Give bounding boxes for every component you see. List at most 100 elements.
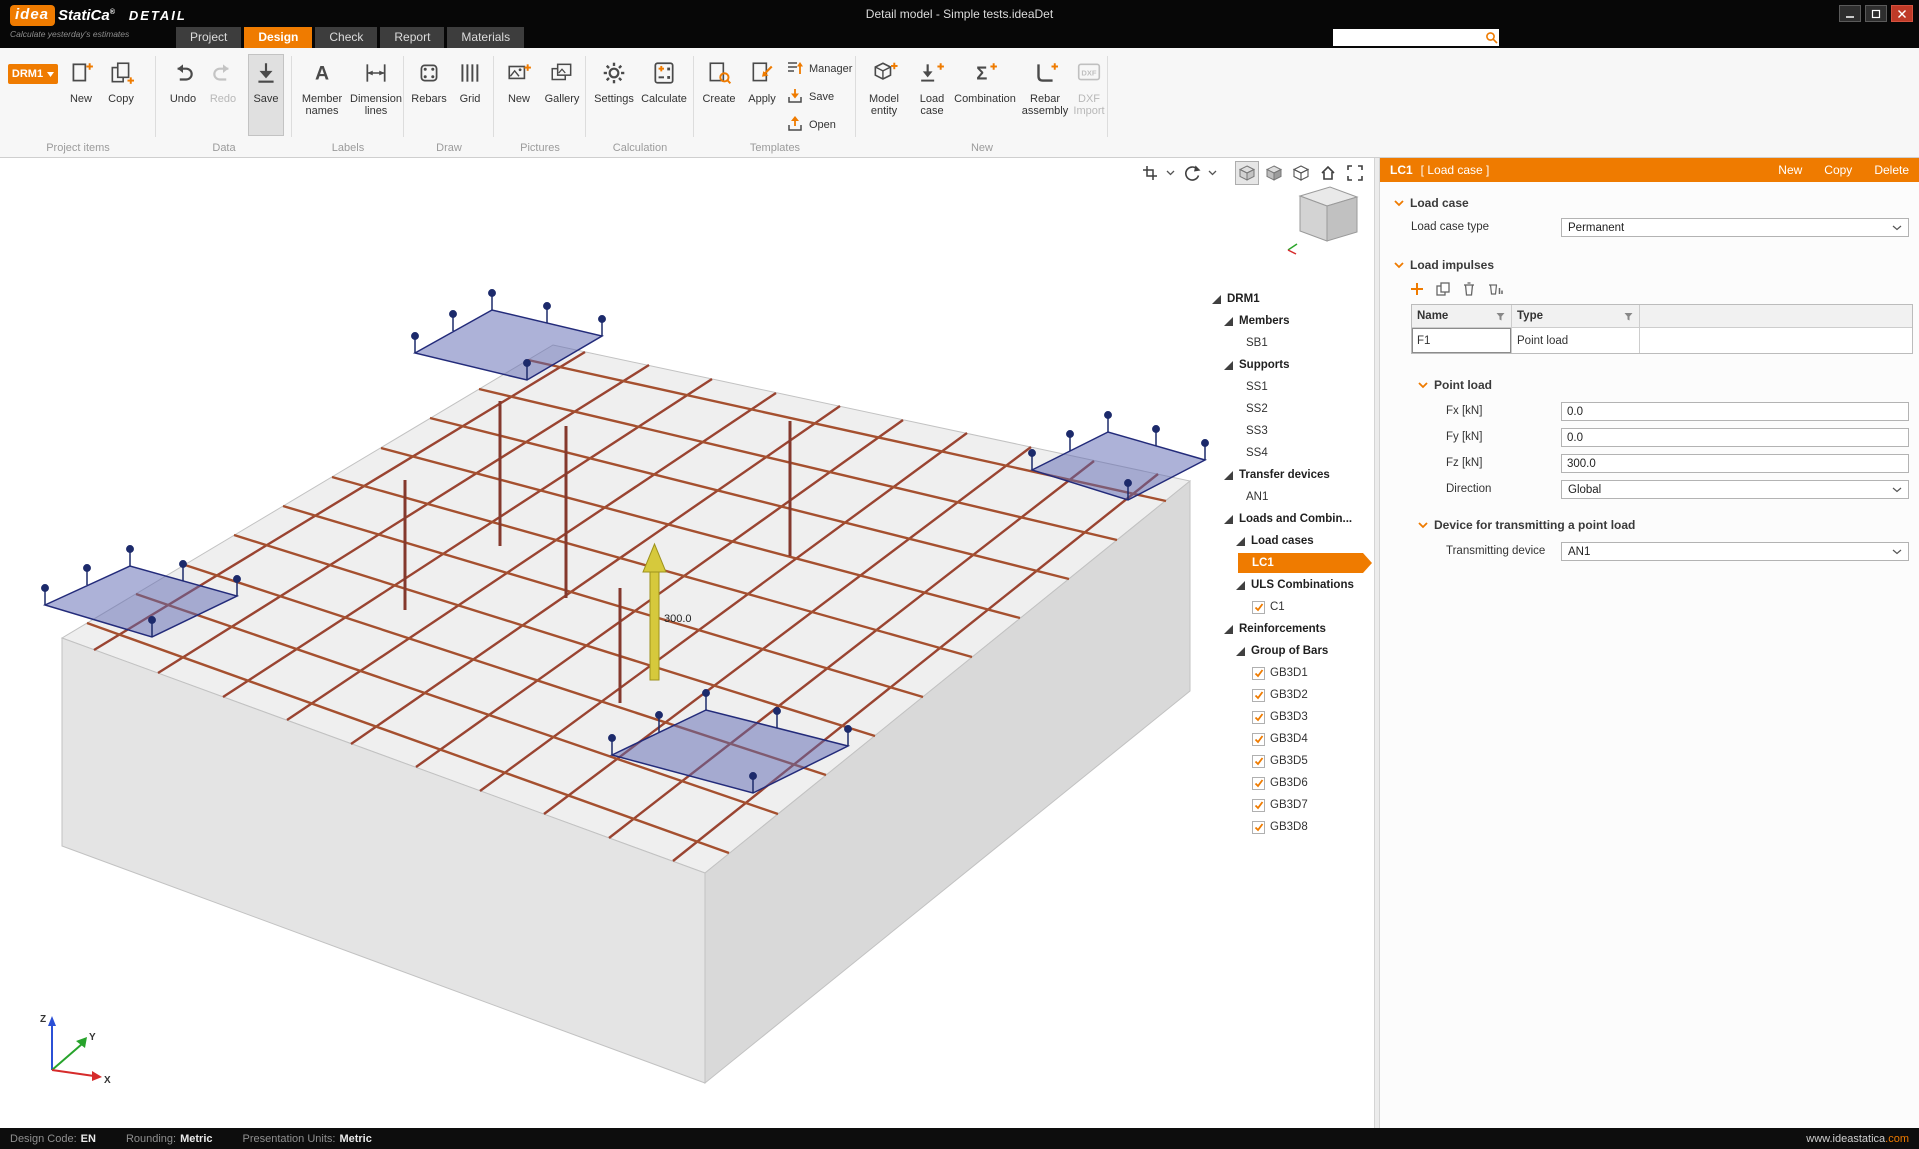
tree-item-gb3d2[interactable]: GB3D2 [1200,684,1372,706]
copy-project-item-button[interactable]: Copy [102,54,140,136]
tree-item-gb3d3[interactable]: GB3D3 [1200,706,1372,728]
home-view-icon[interactable] [1317,162,1339,184]
tree-item-drm1[interactable]: DRM1 [1200,288,1372,310]
chevron-down-icon[interactable] [1166,170,1176,176]
tree-item-lc1[interactable]: LC1 [1200,552,1372,574]
add-load-impulse-icon[interactable] [1408,280,1426,298]
expander-icon[interactable] [1224,361,1235,370]
expander-icon[interactable] [1236,581,1247,590]
section-point-load[interactable]: Point load [1418,376,1492,394]
direction-select[interactable]: Global [1561,480,1909,499]
view-mode-wireframe-icon[interactable] [1290,162,1312,184]
search-box[interactable] [1333,29,1499,46]
tree-item-sb1[interactable]: SB1 [1200,332,1372,354]
save-template-button[interactable]: Save [786,86,834,108]
impulse-type-cell[interactable]: Point load [1512,328,1640,353]
name-column-header[interactable]: Name [1412,305,1512,328]
dimension-lines-button[interactable]: Dimension lines [350,54,402,136]
checkbox-checked-icon[interactable] [1252,733,1265,746]
checkbox-checked-icon[interactable] [1252,601,1265,614]
fx-input[interactable] [1561,402,1909,421]
expander-icon[interactable] [1236,537,1247,546]
template-manager-button[interactable]: Manager [786,58,852,80]
project-item-selector[interactable]: DRM1 [8,64,58,84]
rebars-button[interactable]: Rebars [408,54,450,136]
tree-item-gb3d4[interactable]: GB3D4 [1200,728,1372,750]
orbit-view-icon[interactable] [1181,162,1203,184]
filter-funnel-icon[interactable] [1495,311,1506,322]
tree-item-ss2[interactable]: SS2 [1200,398,1372,420]
new-project-item-button[interactable]: New [62,54,100,136]
tree-item-uls-combinations[interactable]: ULS Combinations [1200,574,1372,596]
tab-check[interactable]: Check [315,27,377,48]
tree-item-gb3d7[interactable]: GB3D7 [1200,794,1372,816]
settings-button[interactable]: Settings [590,54,638,136]
view-mode-transparent-icon[interactable] [1236,162,1258,184]
load-case-type-select[interactable]: Permanent [1561,218,1909,237]
minimize-icon[interactable] [1839,5,1861,22]
maximize-icon[interactable] [1865,5,1887,22]
delete-all-load-impulses-icon[interactable] [1486,280,1504,298]
website-link[interactable]: www.ideastatica.com [1806,1133,1909,1145]
section-load-impulses[interactable]: Load impulses [1394,256,1494,274]
search-icon[interactable] [1483,31,1499,44]
open-template-button[interactable]: Open [786,114,836,136]
tree-item-load-cases[interactable]: Load cases [1200,530,1372,552]
fy-input[interactable] [1561,428,1909,447]
section-load-case[interactable]: Load case [1394,194,1469,212]
tab-design[interactable]: Design [244,27,312,48]
checkbox-checked-icon[interactable] [1252,711,1265,724]
tree-item-gb3d8[interactable]: GB3D8 [1200,816,1372,838]
tab-materials[interactable]: Materials [447,27,524,48]
expander-icon[interactable] [1224,515,1235,524]
clipping-planes-icon[interactable] [1139,162,1161,184]
checkbox-checked-icon[interactable] [1252,755,1265,768]
tree-item-ss1[interactable]: SS1 [1200,376,1372,398]
tree-item-supports[interactable]: Supports [1200,354,1372,376]
create-template-button[interactable]: Create [698,54,740,136]
new-combination-button[interactable]: Σ Combination [954,54,1016,136]
search-input[interactable] [1333,30,1483,45]
tree-item-gb3d5[interactable]: GB3D5 [1200,750,1372,772]
gallery-button[interactable]: Gallery [542,54,582,136]
tree-item-loads-and-combinations[interactable]: Loads and Combin... [1200,508,1372,530]
copy-load-impulse-icon[interactable] [1434,280,1452,298]
tree-item-members[interactable]: Members [1200,310,1372,332]
new-picture-button[interactable]: New [498,54,540,136]
tab-report[interactable]: Report [380,27,444,48]
3d-viewport[interactable]: 300.0 Z Y X DRM1 Members SB1 Supports SS [0,158,1374,1128]
expander-icon[interactable] [1212,295,1223,304]
calculate-button[interactable]: Calculate [640,54,688,136]
transmitting-device-select[interactable]: AN1 [1561,542,1909,561]
tree-item-transfer-devices[interactable]: Transfer devices [1200,464,1372,486]
tree-item-c1[interactable]: C1 [1200,596,1372,618]
panel-new-button[interactable]: New [1778,163,1802,177]
checkbox-checked-icon[interactable] [1252,689,1265,702]
view-mode-solid-icon[interactable] [1263,162,1285,184]
expander-icon[interactable] [1236,647,1247,656]
tree-item-ss3[interactable]: SS3 [1200,420,1372,442]
expander-icon[interactable] [1224,471,1235,480]
grid-button[interactable]: Grid [452,54,488,136]
tree-item-gb3d6[interactable]: GB3D6 [1200,772,1372,794]
impulse-name-cell[interactable]: F1 [1412,328,1512,353]
member-names-button[interactable]: A Member names [296,54,348,136]
new-rebar-assembly-button[interactable]: Rebar assembly [1018,54,1072,136]
tree-item-gb3d1[interactable]: GB3D1 [1200,662,1372,684]
new-model-entity-button[interactable]: Model entity [860,54,908,136]
checkbox-checked-icon[interactable] [1252,821,1265,834]
table-row[interactable]: F1 Point load [1412,328,1912,353]
type-column-header[interactable]: Type [1512,305,1640,328]
checkbox-checked-icon[interactable] [1252,799,1265,812]
close-icon[interactable] [1891,5,1913,22]
delete-load-impulse-icon[interactable] [1460,280,1478,298]
filter-funnel-icon[interactable] [1623,311,1634,322]
fz-input[interactable] [1561,454,1909,473]
tab-project[interactable]: Project [176,27,241,48]
3d-scene[interactable]: 300.0 Z Y X [0,158,1374,1128]
tree-item-ss4[interactable]: SS4 [1200,442,1372,464]
expander-icon[interactable] [1224,625,1235,634]
zoom-all-icon[interactable] [1344,162,1366,184]
panel-delete-button[interactable]: Delete [1874,163,1909,177]
save-button[interactable]: Save [248,54,284,136]
